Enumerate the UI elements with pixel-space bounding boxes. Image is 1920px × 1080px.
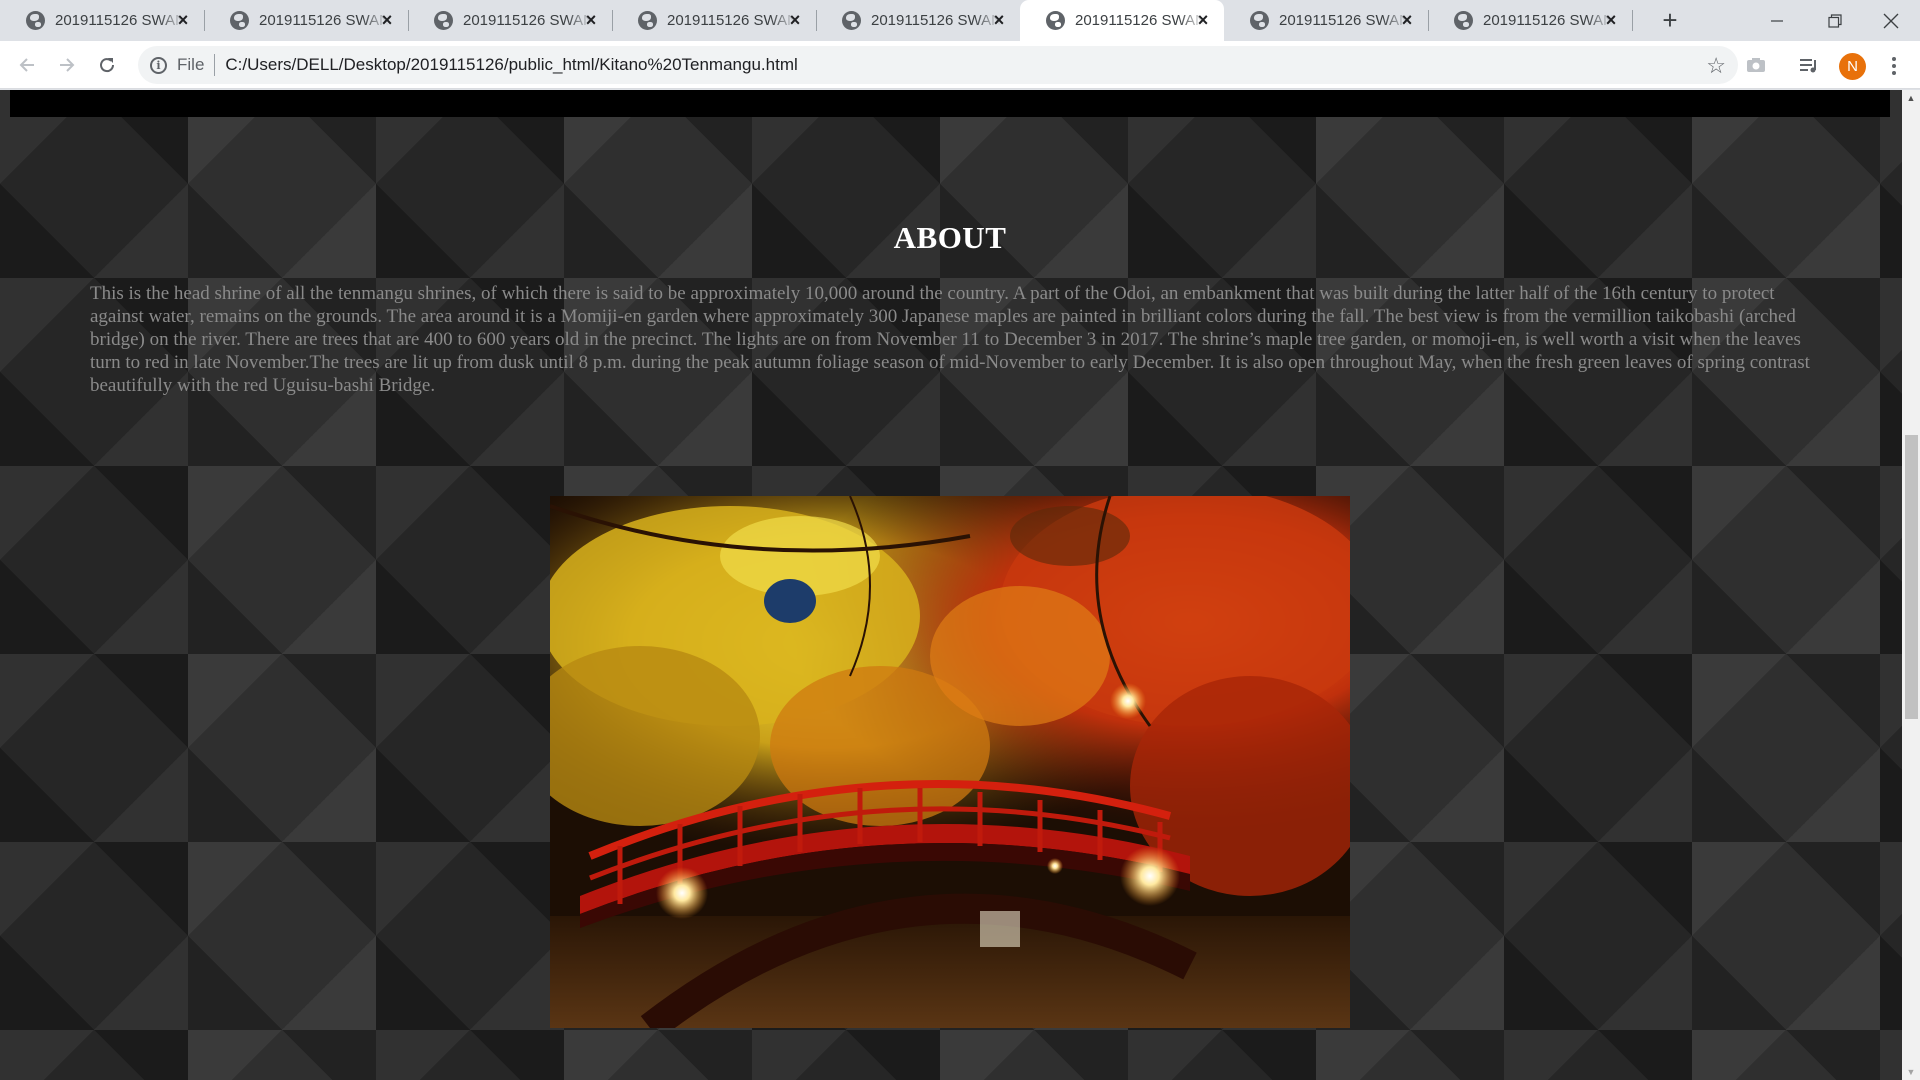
browser-tab[interactable]: 2019115126 SWAN × (204, 0, 409, 41)
browser-tab[interactable]: 2019115126 SWAN × (1428, 0, 1633, 41)
camera-icon[interactable] (1744, 53, 1768, 77)
bookmark-star-icon[interactable]: ☆ (1706, 53, 1726, 79)
address-separator (214, 54, 216, 76)
back-button[interactable] (12, 50, 42, 80)
tab-title: 2019115126 SWAN (871, 12, 1001, 29)
page-scrollbar[interactable]: ▲ ▼ (1902, 90, 1920, 1080)
tab-close-icon[interactable]: × (1602, 11, 1620, 29)
globe-icon (842, 11, 861, 30)
tab-title: 2019115126 SWAN (1075, 12, 1205, 29)
page-viewport: ABOUT This is the head shrine of all the… (0, 90, 1902, 1080)
tab-title: 2019115126 SWAN (1483, 12, 1613, 29)
globe-icon (638, 11, 657, 30)
tab-strip: 2019115126 SWAN × 2019115126 SWAN × 20191151… (0, 0, 1920, 41)
browser-toolbar: i File C:/Users/DELL/Desktop/2019115126/… (0, 41, 1920, 89)
about-heading: ABOUT (893, 220, 1007, 255)
globe-icon (1046, 11, 1065, 30)
browser-tab[interactable]: 2019115126 SWAN × (1224, 0, 1429, 41)
globe-icon (434, 11, 453, 30)
tab-close-icon[interactable]: × (174, 11, 192, 29)
tab-close-icon[interactable]: × (1398, 11, 1416, 29)
tab-title: 2019115126 SWAN (259, 12, 389, 29)
browser-tab[interactable]: 2019115126 SWAN × (816, 0, 1020, 41)
globe-icon (1250, 11, 1269, 30)
scrollbar-thumb[interactable] (1905, 435, 1918, 719)
browser-tab[interactable]: 2019115126 SWAN × (612, 0, 817, 41)
globe-icon (26, 11, 45, 30)
tab-close-icon[interactable]: × (786, 11, 804, 29)
minimize-button[interactable] (1748, 0, 1806, 41)
forward-button[interactable] (52, 50, 82, 80)
media-playlist-icon[interactable] (1797, 53, 1821, 77)
scroll-up-arrow-icon[interactable]: ▲ (1902, 90, 1920, 106)
close-window-button[interactable] (1862, 0, 1920, 41)
browser-tab[interactable]: 2019115126 SWAN × (408, 0, 613, 41)
browser-menu-icon[interactable] (1884, 52, 1904, 80)
scheme-label: File (177, 55, 205, 74)
restore-button[interactable] (1806, 0, 1864, 41)
address-bar[interactable]: i File C:/Users/DELL/Desktop/2019115126/… (138, 46, 1738, 84)
tab-title: 2019115126 SWAN (463, 12, 593, 29)
tab-close-icon[interactable]: × (1194, 11, 1212, 29)
globe-icon (1454, 11, 1473, 30)
restore-icon (1828, 13, 1842, 28)
browser-tab[interactable]: 2019115126 SWAN × (0, 0, 205, 41)
site-info-icon[interactable]: i (150, 56, 167, 74)
bridge-photo (550, 496, 1350, 1028)
tab-title: 2019115126 SWAN (55, 12, 185, 29)
forward-arrow-icon (60, 58, 75, 72)
close-icon (1883, 13, 1899, 28)
profile-avatar[interactable]: N (1839, 53, 1866, 80)
tab-separator (1632, 10, 1633, 31)
scroll-down-arrow-icon[interactable]: ▼ (1902, 1064, 1920, 1080)
reload-button[interactable] (92, 50, 122, 80)
page-header-bar (10, 90, 1890, 117)
about-paragraph: This is the head shrine of all the tenma… (90, 283, 1810, 396)
bridge-photo-illustration (550, 496, 1350, 1028)
browser-tab[interactable]: 2019115126 SWAN × (1020, 0, 1224, 41)
new-tab-button[interactable]: + (1656, 6, 1684, 34)
back-arrow-icon (19, 58, 34, 72)
url-text[interactable]: C:/Users/DELL/Desktop/2019115126/public_… (225, 55, 797, 75)
tab-close-icon[interactable]: × (378, 11, 396, 29)
tab-close-icon[interactable]: × (990, 11, 1008, 29)
tab-close-icon[interactable]: × (582, 11, 600, 29)
globe-icon (230, 11, 249, 30)
tab-title: 2019115126 SWAN (667, 12, 797, 29)
reload-icon (100, 58, 115, 73)
minimize-icon (1771, 19, 1783, 22)
tab-title: 2019115126 SWAN (1279, 12, 1409, 29)
